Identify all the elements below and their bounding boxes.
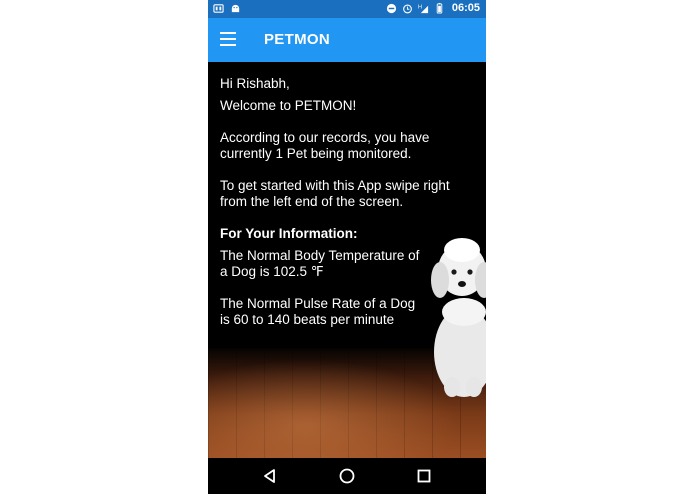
app-bar: PETMON xyxy=(208,18,486,62)
status-bar: H 06:05 xyxy=(208,0,486,18)
records-text: According to our records, you have curre… xyxy=(220,130,430,161)
back-triangle-icon[interactable] xyxy=(260,466,280,486)
alarm-icon xyxy=(402,4,412,13)
welcome-message: Hi Rishabh, Welcome to PETMON! According… xyxy=(220,76,470,344)
recents-square-icon[interactable] xyxy=(414,466,434,486)
navigation-bar xyxy=(208,458,486,494)
status-time: 06:05 xyxy=(451,2,480,14)
battery-icon xyxy=(436,2,443,14)
greeting-text: Hi Rishabh, xyxy=(220,76,290,91)
sim-icon xyxy=(213,4,224,13)
hamburger-menu-icon[interactable] xyxy=(220,32,236,46)
phone-screen: H 06:05 PETMON Hi Rishabh, Welcome to PE… xyxy=(208,0,486,494)
app-title: PETMON xyxy=(264,31,330,48)
welcome-text: Welcome to PETMON! xyxy=(220,98,357,113)
network-h-icon: H xyxy=(418,4,428,13)
instructions-text: To get started with this App swipe right… xyxy=(220,178,450,209)
do-not-disturb-icon xyxy=(386,3,396,13)
temperature-info-text: The Normal Body Temperature of a Dog is … xyxy=(220,248,420,279)
pulse-info-text: The Normal Pulse Rate of a Dog is 60 to … xyxy=(220,296,416,327)
home-circle-icon[interactable] xyxy=(337,466,357,486)
svg-text:H: H xyxy=(418,4,422,10)
android-icon xyxy=(231,4,240,13)
main-content: Hi Rishabh, Welcome to PETMON! According… xyxy=(208,62,486,458)
fyi-heading: For Your Information: xyxy=(220,226,358,241)
